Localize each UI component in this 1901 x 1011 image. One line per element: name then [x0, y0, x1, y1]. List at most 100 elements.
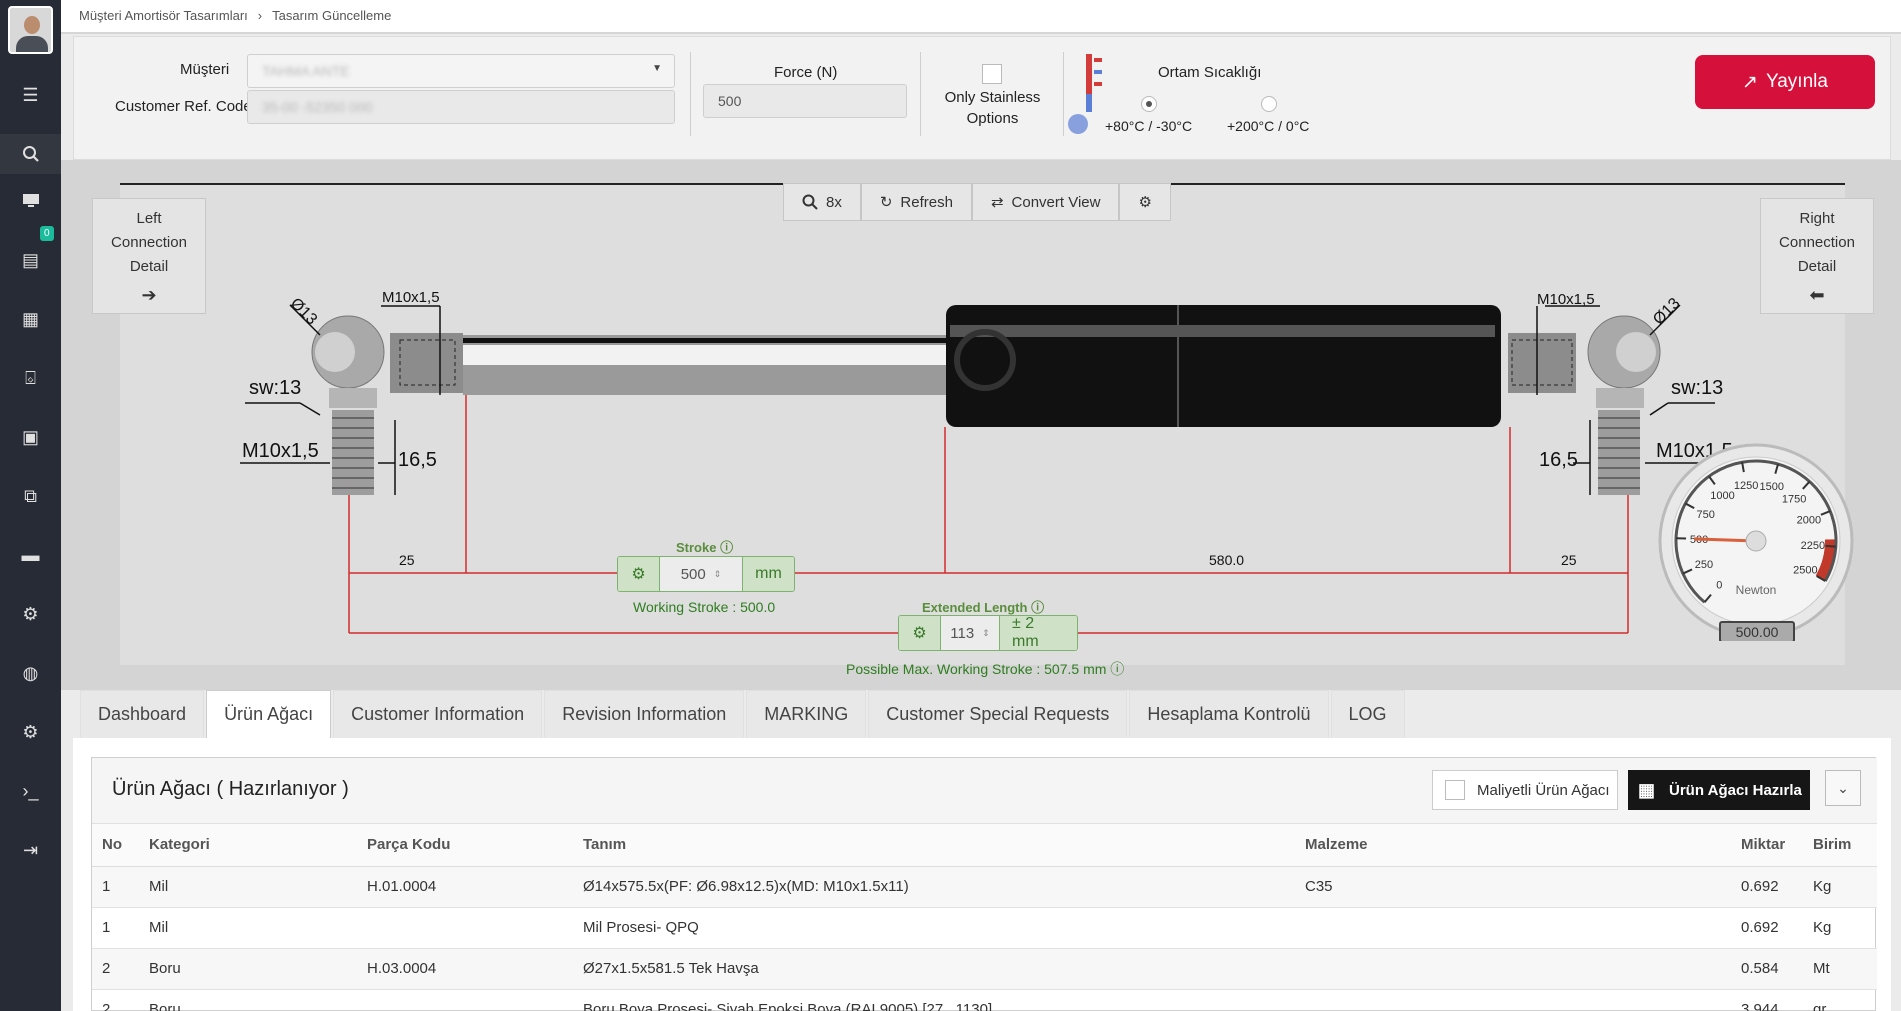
refresh-label: Refresh — [900, 193, 953, 211]
table-cell: 2 — [92, 948, 139, 990]
left-connection-line3: Detail — [129, 258, 169, 275]
table-cell: 3.944 — [1731, 989, 1803, 1011]
tab-product-tree[interactable]: Ürün Ağacı — [206, 690, 332, 738]
gauge-tick-label: 250 — [1695, 559, 1713, 571]
gauge-hub — [1745, 530, 1767, 552]
table-cell: 0.584 — [1731, 948, 1803, 990]
table-cell: Kg — [1803, 866, 1877, 908]
extended-length-input[interactable]: 113 ⇕ — [941, 616, 999, 650]
gauge-tick-label: 1750 — [1782, 494, 1806, 506]
cost-product-tree-label: Maliyetli Ürün Ağacı — [1477, 781, 1610, 799]
tab-log[interactable]: LOG — [1330, 690, 1405, 738]
right-connection-detail-button[interactable]: Right Connection Detail ⬅ — [1760, 198, 1874, 314]
extended-length-tolerance: ± 2 mm — [999, 616, 1077, 650]
thread-length-right-label: 16,5 — [1539, 449, 1578, 471]
product-tree-panel: Ürün Ağacı ( Hazırlanıyor ) Maliyetli Ür… — [91, 757, 1877, 1011]
tab-dashboard[interactable]: Dashboard — [80, 690, 205, 738]
gauge-tick-label: 750 — [1696, 509, 1714, 521]
zoom-button[interactable]: 8x — [783, 183, 861, 221]
cylinder-body — [946, 305, 1501, 427]
gauge-tick — [1825, 544, 1836, 548]
possible-max-stroke-text: Possible Max. Working Stroke : 507.5 mm — [846, 661, 1107, 677]
table-row[interactable]: 2 Boru Boru Boya Prosesi- Siyah Epoksi Boy… — [92, 989, 1877, 1011]
gauge-unit-label: Newton — [1736, 583, 1777, 597]
right-connection-line3: Detail — [1797, 258, 1837, 275]
drawing-toolbar: 8x ↻ Refresh ⇄ Convert View ⚙ — [783, 183, 1171, 221]
search-icon — [802, 194, 818, 210]
table-cell: Kg — [1803, 907, 1877, 949]
info-icon: ⓘ — [1031, 600, 1045, 615]
extended-length-settings-button[interactable]: ⚙ — [899, 616, 941, 650]
table-cell: Boru — [139, 948, 357, 990]
column-header[interactable]: Miktar — [1731, 824, 1803, 867]
table-row[interactable]: 2 Boru H.03.0004 Ø27x1.5x581.5 Tek Havşa 0.5… — [92, 948, 1877, 990]
convert-view-button[interactable]: ⇄ Convert View — [971, 183, 1120, 221]
product-tree-title: Ürün Ağacı ( Hazırlanıyor ) — [112, 778, 349, 800]
zoom-level: 8x — [826, 193, 842, 211]
cost-product-tree-checkbox[interactable] — [1445, 780, 1465, 800]
product-tree-header: Ürün Ağacı ( Hazırlanıyor ) Maliyetli Ür… — [92, 758, 1877, 824]
extended-length-label-text: Extended Length — [922, 600, 1028, 615]
table-cell: Boru — [139, 989, 357, 1011]
arrow-left-icon: ⬅ — [1809, 285, 1825, 305]
stepper-icon[interactable]: ⇕ — [714, 569, 722, 580]
column-header[interactable]: Malzeme — [1295, 824, 1731, 867]
tab-customer-special-requests[interactable]: Customer Special Requests — [868, 690, 1128, 738]
extended-length-label: Extended Length ⓘ — [922, 597, 1044, 616]
stroke-label: Stroke ⓘ — [676, 537, 733, 556]
refresh-button[interactable]: ↻ Refresh — [860, 183, 972, 221]
wrench-size-left-label: sw:13 — [249, 377, 302, 399]
gauge-tick-label: 0 — [1716, 580, 1722, 592]
stepper-icon[interactable]: ⇕ — [982, 628, 990, 639]
table-row[interactable]: 1 Mil Mil Prosesi- QPQ 0.692 Kg — [92, 907, 1877, 949]
dimension-right-label: 25 — [1561, 552, 1577, 568]
table-cell: Mt — [1803, 948, 1877, 990]
chevron-down-icon[interactable]: ⌄ — [1825, 770, 1861, 806]
calculator-icon: ▦ — [1638, 779, 1656, 800]
cost-product-tree-toggle[interactable]: Maliyetli Ürün Ağacı — [1432, 770, 1618, 810]
exchange-icon: ⇄ — [990, 194, 1004, 211]
tab-bar: Dashboard Ürün Ağacı Customer Informatio… — [80, 690, 1407, 738]
column-header[interactable]: Tanım — [573, 824, 1295, 867]
arrow-right-icon: ➔ — [141, 285, 157, 305]
settings-button[interactable]: ⚙ — [1119, 183, 1171, 221]
convert-view-label: Convert View — [1011, 193, 1101, 211]
table-cell: Mil — [139, 907, 357, 949]
table-cell — [357, 989, 573, 1011]
prepare-product-tree-button[interactable]: ▦ Ürün Ağacı Hazırla — [1628, 770, 1810, 810]
working-stroke-note: Working Stroke : 500.0 — [633, 599, 776, 615]
column-header[interactable]: Parça Kodu — [357, 824, 573, 867]
left-connection-detail-button[interactable]: Left Connection Detail ➔ — [92, 198, 206, 314]
stroke-control: ⚙ 500 ⇕ mm — [617, 556, 795, 592]
table-cell: 1 — [92, 866, 139, 908]
right-connection-line2: Connection — [1779, 234, 1855, 251]
possible-max-stroke-note: Possible Max. Working Stroke : 507.5 mm … — [846, 659, 1124, 679]
gauge-readout: 500.00 — [1736, 624, 1779, 640]
table-cell — [1295, 948, 1731, 990]
gauge-tick-label: 2500 — [1793, 565, 1817, 577]
gear-icon: ⚙ — [1138, 194, 1152, 211]
stroke-input[interactable]: 500 ⇕ — [660, 557, 742, 591]
column-header[interactable]: No — [92, 824, 139, 867]
table-cell: Mil — [139, 866, 357, 908]
table-cell — [357, 907, 573, 949]
stroke-label-text: Stroke — [676, 540, 717, 555]
wrench-size-right-label: sw:13 — [1671, 377, 1724, 399]
left-connection-line1: Left — [136, 210, 162, 227]
tab-customer-information[interactable]: Customer Information — [333, 690, 543, 738]
table-cell: Ø14x575.5x(PF: Ø6.98x12.5)x(MD: M10x1.5x… — [573, 866, 1295, 908]
tab-calculation-check[interactable]: Hesaplama Kontrolü — [1129, 690, 1329, 738]
stroke-settings-button[interactable]: ⚙ — [618, 557, 660, 591]
table-cell: H.01.0004 — [357, 866, 573, 908]
left-thread — [332, 410, 374, 495]
table-cell: H.03.0004 — [357, 948, 573, 990]
table-row[interactable]: 1 Mil H.01.0004 Ø14x575.5x(PF: Ø6.98x12.5)x… — [92, 866, 1877, 908]
extended-length-control: ⚙ 113 ⇕ ± 2 mm — [898, 615, 1078, 651]
column-header[interactable]: Birim — [1803, 824, 1877, 867]
tab-marking[interactable]: MARKING — [746, 690, 867, 738]
thread-length-left-label: 16,5 — [398, 449, 437, 471]
tab-revision-information[interactable]: Revision Information — [544, 690, 745, 738]
prepare-product-tree-label: Ürün Ağacı Hazırla — [1669, 781, 1802, 799]
column-header[interactable]: Kategori — [139, 824, 357, 867]
extended-length-value: 113 — [950, 624, 975, 642]
